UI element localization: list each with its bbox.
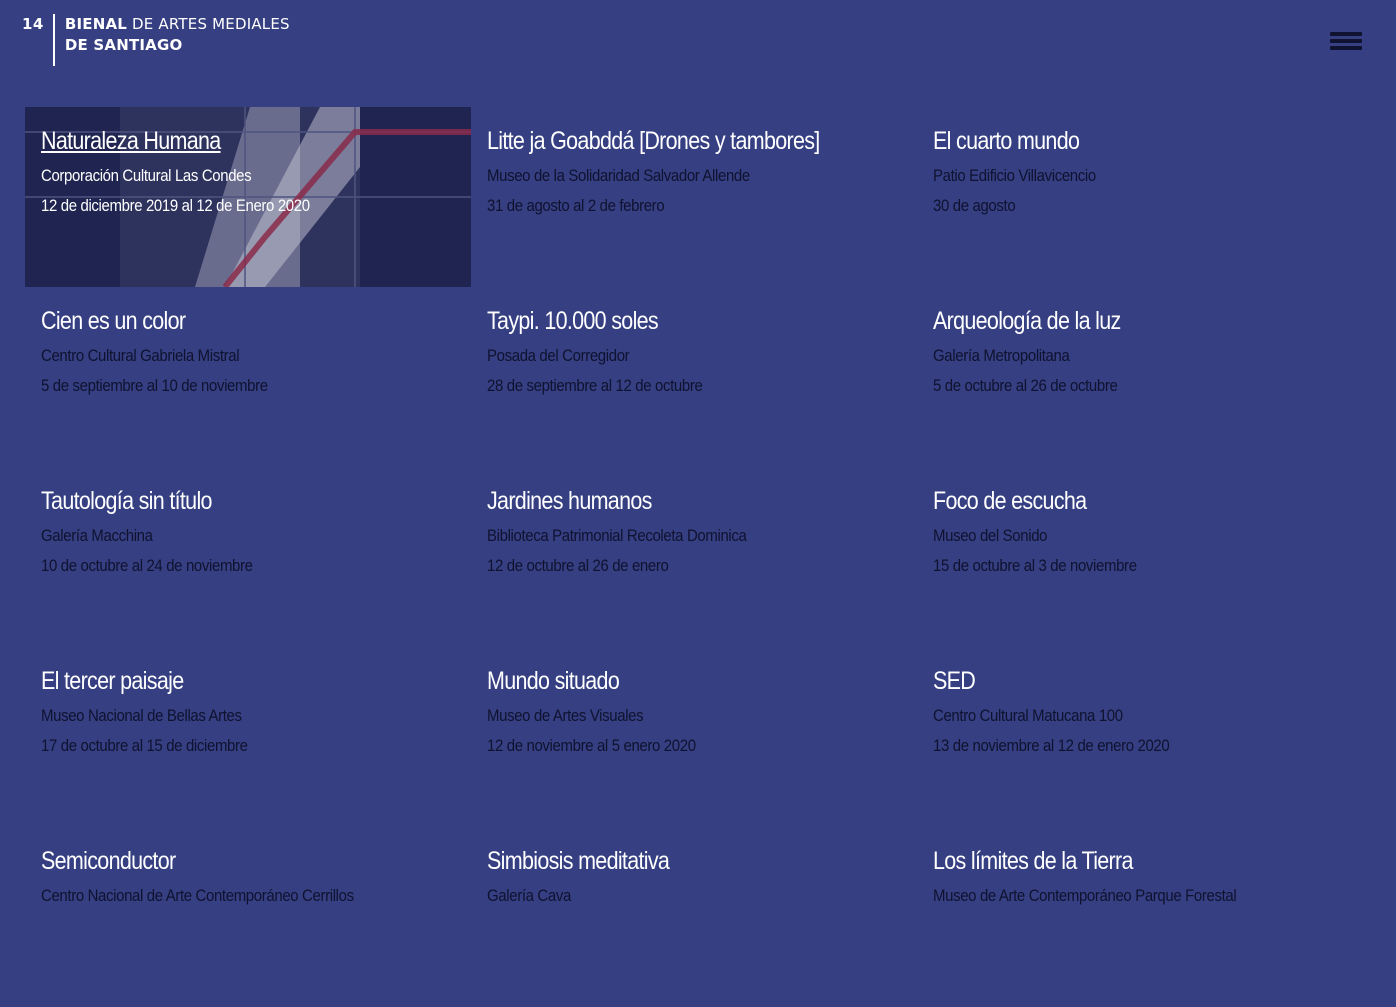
exhibition-venue: Posada del Corregidor [487, 346, 630, 365]
exhibition-card-content: El tercer paisaje Museo Nacional de Bella… [41, 665, 455, 761]
hamburger-menu-icon[interactable] [1330, 32, 1362, 54]
exhibition-title[interactable]: El cuarto mundo [933, 125, 1289, 157]
exhibition-venue: Centro Cultural Matucana 100 [933, 706, 1123, 725]
exhibition-card-content: Naturaleza Humana Corporación Cultural La… [41, 125, 455, 221]
exhibition-dates: 30 de agosto [933, 196, 1016, 215]
exhibition-venue: Biblioteca Patrimonial Recoleta Dominica [487, 526, 747, 545]
exhibition-venue: Patio Edificio Villavicencio [933, 166, 1096, 185]
exhibition-card[interactable]: Naturaleza Humana Corporación Cultural La… [25, 107, 471, 287]
exhibition-title[interactable]: Mundo situado [487, 665, 843, 697]
exhibition-title[interactable]: Litte ja Goabddá [Drones y tambores] [487, 125, 843, 157]
exhibition-card[interactable]: Tautología sin título Galería Macchina 10 … [25, 467, 471, 647]
exhibition-venue: Corporación Cultural Las Condes [41, 166, 252, 185]
logo-line-1: BIENAL DE ARTES MEDIALES [65, 14, 290, 35]
exhibition-card[interactable]: Mundo situado Museo de Artes Visuales 12 d… [471, 647, 917, 827]
site-header: 14 BIENAL DE ARTES MEDIALES DE SANTIAGO [0, 0, 1396, 90]
exhibition-title[interactable]: El tercer paisaje [41, 665, 397, 697]
exhibition-card[interactable]: El tercer paisaje Museo Nacional de Bella… [25, 647, 471, 827]
exhibition-card[interactable]: Los límites de la Tierra Museo de Arte Co… [917, 827, 1363, 1007]
exhibition-title[interactable]: Cien es un color [41, 305, 397, 337]
exhibition-card-content: SED Centro Cultural Matucana 100 13 de nov… [933, 665, 1347, 761]
exhibition-card[interactable]: Arqueología de la luz Galería Metropolita… [917, 287, 1363, 467]
exhibition-dates: 13 de noviembre al 12 de enero 2020 [933, 736, 1170, 755]
exhibition-card-content: El cuarto mundo Patio Edificio Villavicen… [933, 125, 1347, 221]
exhibition-card-content: Mundo situado Museo de Artes Visuales 12 d… [487, 665, 901, 761]
menu-bar [1330, 39, 1362, 43]
exhibition-title[interactable]: Naturaleza Humana [41, 125, 397, 157]
exhibition-card[interactable]: Jardines humanos Biblioteca Patrimonial R… [471, 467, 917, 647]
exhibition-card-content: Tautología sin título Galería Macchina 10 … [41, 485, 455, 581]
exhibition-dates: 31 de agosto al 2 de febrero [487, 196, 665, 215]
exhibition-title[interactable]: Taypi. 10.000 soles [487, 305, 843, 337]
exhibition-title[interactable]: Semiconductor [41, 845, 397, 877]
exhibition-card-content: Jardines humanos Biblioteca Patrimonial R… [487, 485, 901, 581]
exhibition-card[interactable]: El cuarto mundo Patio Edificio Villavicen… [917, 107, 1363, 287]
exhibition-dates: 5 de octubre al 26 de octubre [933, 376, 1118, 395]
exhibition-card[interactable]: SED Centro Cultural Matucana 100 13 de nov… [917, 647, 1363, 827]
exhibition-card[interactable]: Litte ja Goabddá [Drones y tambores] Muse… [471, 107, 917, 287]
exhibition-card-content: Simbiosis meditativa Galería Cava [487, 845, 901, 911]
exhibition-card-content: Cien es un color Centro Cultural Gabriela… [41, 305, 455, 401]
exhibition-venue: Galería Metropolitana [933, 346, 1070, 365]
exhibition-title[interactable]: Foco de escucha [933, 485, 1289, 517]
exhibition-venue: Museo de Artes Visuales [487, 706, 644, 725]
logo-edition-number: 14 [22, 15, 44, 33]
exhibition-dates: 28 de septiembre al 12 de octubre [487, 376, 703, 395]
exhibition-venue: Centro Cultural Gabriela Mistral [41, 346, 240, 365]
exhibition-card[interactable]: Taypi. 10.000 soles Posada del Corregidor… [471, 287, 917, 467]
exhibition-card-content: Arqueología de la luz Galería Metropolita… [933, 305, 1347, 401]
exhibition-title[interactable]: SED [933, 665, 1289, 697]
exhibition-dates: 15 de octubre al 3 de noviembre [933, 556, 1137, 575]
exhibition-dates: 12 de diciembre 2019 al 12 de Enero 2020 [41, 196, 310, 215]
exhibition-title[interactable]: Los límites de la Tierra [933, 845, 1289, 877]
exhibition-card-content: Foco de escucha Museo del Sonido 15 de oct… [933, 485, 1347, 581]
exhibition-title[interactable]: Tautología sin título [41, 485, 397, 517]
logo-text: BIENAL DE ARTES MEDIALES DE SANTIAGO [65, 14, 290, 56]
bienal-logo[interactable]: 14 BIENAL DE ARTES MEDIALES DE SANTIAGO [22, 14, 290, 66]
exhibition-title[interactable]: Arqueología de la luz [933, 305, 1289, 337]
exhibition-dates: 12 de noviembre al 5 enero 2020 [487, 736, 696, 755]
exhibition-venue: Museo del Sonido [933, 526, 1048, 545]
exhibition-card-content: Los límites de la Tierra Museo de Arte Co… [933, 845, 1347, 911]
menu-bar [1330, 46, 1362, 50]
exhibition-card-content: Semiconductor Centro Nacional de Arte Con… [41, 845, 455, 911]
exhibition-card[interactable]: Cien es un color Centro Cultural Gabriela… [25, 287, 471, 467]
exhibition-card[interactable]: Semiconductor Centro Nacional de Arte Con… [25, 827, 471, 1007]
exhibition-venue: Galería Macchina [41, 526, 153, 545]
exhibition-card[interactable]: Foco de escucha Museo del Sonido 15 de oct… [917, 467, 1363, 647]
exhibition-dates: 5 de septiembre al 10 de noviembre [41, 376, 268, 395]
exhibition-title[interactable]: Jardines humanos [487, 485, 843, 517]
exhibition-card[interactable]: Simbiosis meditativa Galería Cava [471, 827, 917, 1007]
menu-bar [1330, 32, 1362, 36]
logo-divider [52, 14, 55, 66]
exhibition-venue: Museo Nacional de Bellas Artes [41, 706, 242, 725]
logo-line-2: DE SANTIAGO [64, 36, 183, 54]
exhibition-card-content: Taypi. 10.000 soles Posada del Corregidor… [487, 305, 901, 401]
logo-brand-bold: BIENAL [64, 15, 128, 33]
exhibition-dates: 10 de octubre al 24 de noviembre [41, 556, 253, 575]
exhibition-dates: 17 de octubre al 15 de diciembre [41, 736, 248, 755]
exhibition-dates: 12 de octubre al 26 de enero [487, 556, 669, 575]
logo-brand-rest: DE ARTES MEDIALES [127, 15, 290, 33]
exhibition-venue: Museo de la Solidaridad Salvador Allende [487, 166, 750, 185]
exhibition-title[interactable]: Simbiosis meditativa [487, 845, 843, 877]
exhibition-card-content: Litte ja Goabddá [Drones y tambores] Muse… [487, 125, 901, 221]
